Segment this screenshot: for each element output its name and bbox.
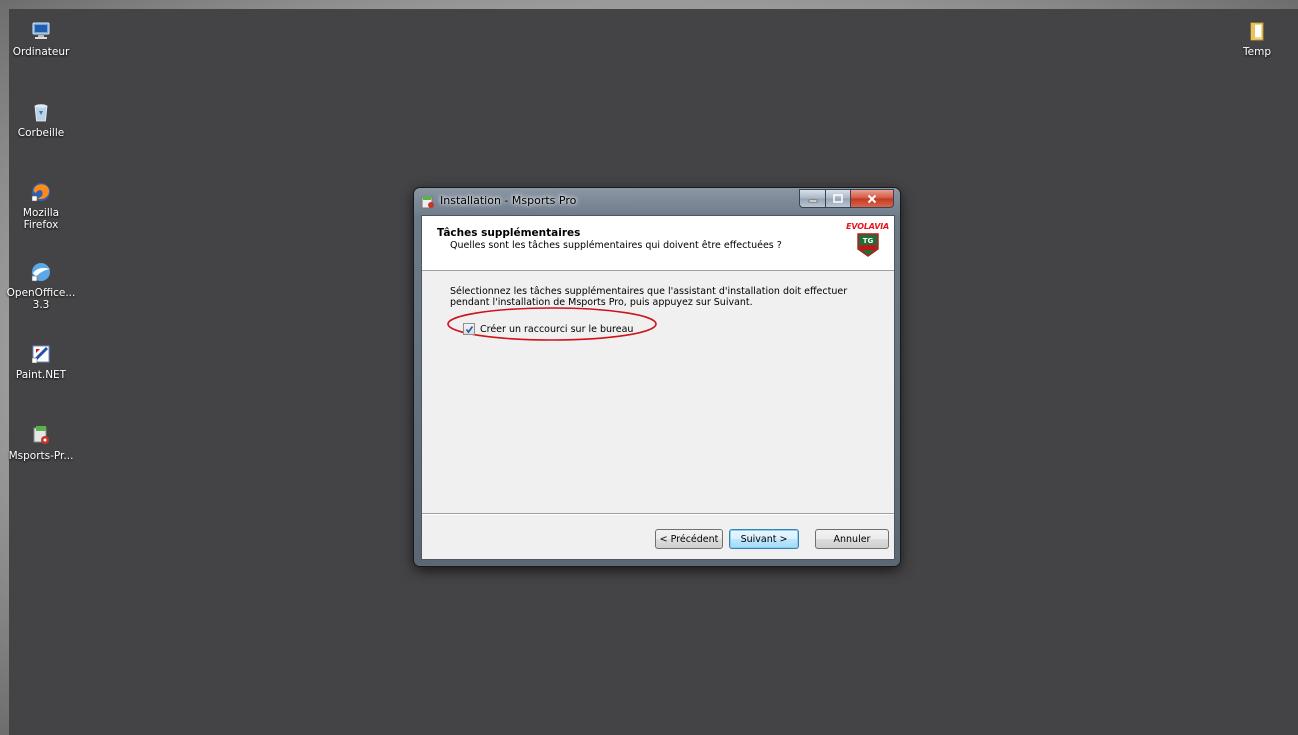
desktop-icon-openoffice[interactable]: OpenOffice... 3.3 (6, 261, 76, 311)
desktop-icon-label: Paint.NET (15, 369, 67, 381)
window-controls (799, 189, 894, 208)
page-title: Tâches supplémentaires (437, 227, 581, 239)
window-title: Installation - Msports Pro (440, 194, 577, 207)
desktop-icon-label: Corbeille (17, 127, 65, 139)
maximize-button[interactable] (825, 189, 850, 208)
desktop-icon-label: Msports-Pr... (8, 450, 74, 462)
paintnet-icon (30, 343, 52, 365)
desktop-shortcut-checkbox[interactable] (463, 323, 475, 335)
svg-text:TG: TG (863, 237, 874, 245)
installer-window: Installation - Msports Pro Tâches supplé… (414, 188, 900, 566)
page-subtitle: Quelles sont les tâches supplémentaires … (450, 240, 782, 251)
desktop-icon-msports[interactable]: Msports-Pr... (6, 424, 76, 462)
firefox-icon (30, 181, 52, 203)
desktop-shortcut-label: Créer un raccourci sur le bureau (480, 323, 634, 335)
cancel-button[interactable]: Annuler (815, 529, 889, 549)
desktop-icon-recycle-bin[interactable]: Corbeille (6, 101, 76, 139)
tag-heuer-logo-icon: TG (857, 233, 879, 257)
next-button[interactable]: Suivant > (729, 529, 799, 549)
desktop-icon-label: OpenOffice... 3.3 (6, 287, 76, 311)
folder-icon (1246, 20, 1268, 42)
installer-icon (421, 194, 435, 209)
brand-logo: EVOLAVIA TG (841, 222, 889, 264)
title-bar[interactable]: Installation - Msports Pro (414, 188, 900, 214)
minimize-icon (808, 199, 817, 202)
desktop-icon-temp[interactable]: Temp (1222, 20, 1292, 58)
desktop-icon-label: Mozilla Firefox (22, 207, 60, 231)
close-button[interactable] (850, 189, 894, 208)
computer-icon (30, 20, 52, 42)
checkmark-icon (465, 325, 473, 333)
wizard-page: Tâches supplémentaires Quelles sont les … (421, 215, 895, 560)
desktop-icon-label: Temp (1243, 46, 1271, 58)
minimize-button[interactable] (799, 189, 825, 208)
brand-logo-text: EVOLAVIA (846, 222, 889, 231)
recycle-bin-icon (30, 101, 52, 123)
maximize-icon (833, 194, 843, 203)
desktop-icon-computer[interactable]: Ordinateur (6, 20, 76, 58)
desktop-icon-label: Ordinateur (12, 46, 70, 58)
back-button[interactable]: < Précédent (655, 529, 723, 549)
close-icon (867, 194, 877, 203)
openoffice-icon (30, 261, 52, 283)
installer-icon (30, 424, 52, 446)
footer-divider (422, 513, 894, 515)
desktop-icon-firefox[interactable]: Mozilla Firefox (6, 181, 76, 231)
desktop-shortcut-option[interactable]: Créer un raccourci sur le bureau (463, 323, 633, 335)
desktop-icon-paintnet[interactable]: Paint.NET (6, 343, 76, 381)
wizard-header: Tâches supplémentaires Quelles sont les … (422, 216, 894, 271)
